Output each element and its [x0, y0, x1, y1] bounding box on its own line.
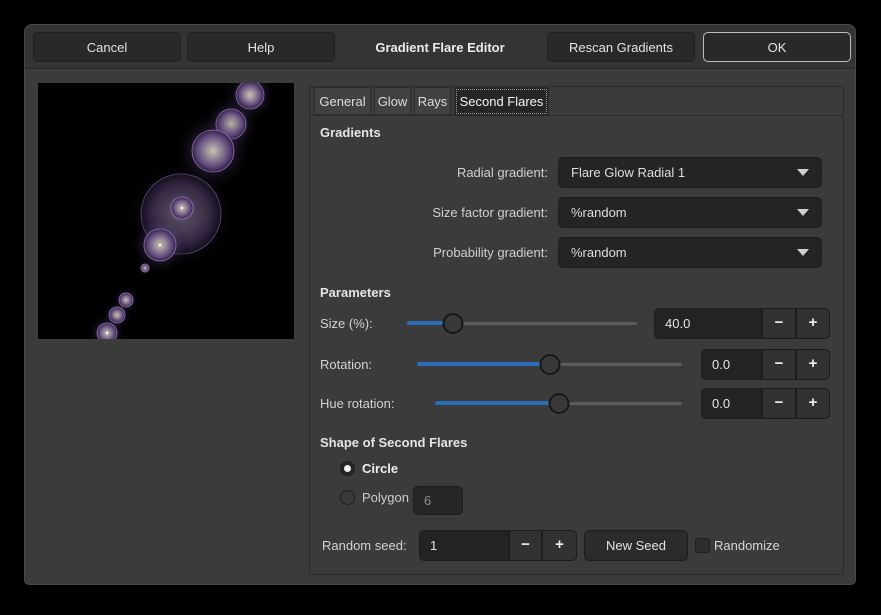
dropdown-arrow-icon [797, 209, 809, 216]
shape-heading: Shape of Second Flares [320, 435, 467, 450]
random-seed-field[interactable]: 1 [419, 530, 509, 561]
probability-gradient-value: %random [571, 245, 627, 260]
flare-preview-svg [38, 83, 294, 339]
hue-rotation-slider[interactable] [435, 388, 682, 419]
size-label: Size (%): [320, 308, 373, 339]
size-row: Size (%): 40.0 − + [310, 308, 843, 339]
randomize-checkbox[interactable] [695, 538, 710, 553]
titlebar: Gradient Flare Editor Cancel Help Rescan… [25, 25, 855, 69]
dropdown-arrow-icon [797, 169, 809, 176]
tab-bar: General Glow Rays Second Flares [310, 87, 843, 116]
ok-button[interactable]: OK [703, 32, 851, 62]
radial-gradient-row: Radial gradient: Flare Glow Radial 1 [310, 157, 843, 188]
radial-gradient-value: Flare Glow Radial 1 [571, 165, 685, 180]
rotation-increment-button[interactable]: + [796, 349, 830, 380]
hue-rotation-increment-button[interactable]: + [796, 388, 830, 419]
slider-fill [435, 401, 559, 405]
size-slider[interactable] [407, 308, 637, 339]
dropdown-arrow-icon [797, 249, 809, 256]
tab-general[interactable]: General [314, 87, 371, 115]
radial-gradient-select[interactable]: Flare Glow Radial 1 [558, 157, 822, 188]
size-factor-gradient-value: %random [571, 205, 627, 220]
rotation-label: Rotation: [320, 349, 372, 380]
size-decrement-button[interactable]: − [762, 308, 796, 339]
help-button[interactable]: Help [187, 32, 335, 62]
probability-gradient-label: Probability gradient: [320, 237, 548, 268]
hue-rotation-value-field[interactable]: 0.0 [701, 388, 762, 419]
slider-thumb[interactable] [539, 354, 560, 375]
flare-preview[interactable] [38, 83, 294, 339]
tab-rays[interactable]: Rays [414, 87, 451, 115]
rotation-slider[interactable] [417, 349, 682, 380]
size-increment-button[interactable]: + [796, 308, 830, 339]
slider-thumb[interactable] [443, 313, 464, 334]
rotation-decrement-button[interactable]: − [762, 349, 796, 380]
size-value-field[interactable]: 40.0 [654, 308, 762, 339]
gradient-flare-editor-window: Gradient Flare Editor Cancel Help Rescan… [24, 24, 856, 585]
polygon-radio[interactable] [340, 490, 355, 505]
hue-rotation-label: Hue rotation: [320, 388, 394, 419]
random-seed-label: Random seed: [322, 530, 407, 561]
size-factor-gradient-label: Size factor gradient: [320, 197, 548, 228]
tab-second-flares[interactable]: Second Flares [454, 87, 549, 116]
new-seed-button[interactable]: New Seed [584, 530, 688, 561]
hue-rotation-decrement-button[interactable]: − [762, 388, 796, 419]
probability-gradient-select[interactable]: %random [558, 237, 822, 268]
tab-glow[interactable]: Glow [374, 87, 411, 115]
settings-notebook: General Glow Rays Second Flares Gradient… [309, 86, 844, 575]
size-factor-gradient-row: Size factor gradient: %random [310, 197, 843, 228]
randomize-label[interactable]: Randomize [714, 530, 780, 561]
cancel-button[interactable]: Cancel [33, 32, 181, 62]
polygon-radio-label[interactable]: Polygon [362, 490, 409, 505]
random-seed-row: Random seed: 1 − + New Seed Randomize [310, 530, 843, 561]
gradients-heading: Gradients [320, 125, 381, 140]
seed-increment-button[interactable]: + [542, 530, 577, 561]
circle-radio[interactable] [340, 461, 355, 476]
rescan-gradients-button[interactable]: Rescan Gradients [547, 32, 695, 62]
seed-decrement-button[interactable]: − [509, 530, 542, 561]
rotation-value-field[interactable]: 0.0 [701, 349, 762, 380]
slider-thumb[interactable] [548, 393, 569, 414]
probability-gradient-row: Probability gradient: %random [310, 237, 843, 268]
radial-gradient-label: Radial gradient: [320, 157, 548, 188]
rotation-row: Rotation: 0.0 − + [310, 349, 843, 380]
hue-rotation-row: Hue rotation: 0.0 − + [310, 388, 843, 419]
size-factor-gradient-select[interactable]: %random [558, 197, 822, 228]
circle-radio-label[interactable]: Circle [362, 461, 398, 476]
desktop-background: { "window": { "title": "Gradient Flare E… [0, 0, 881, 615]
polygon-sides-field[interactable]: 6 [413, 486, 463, 515]
parameters-heading: Parameters [320, 285, 391, 300]
slider-fill [417, 362, 550, 366]
